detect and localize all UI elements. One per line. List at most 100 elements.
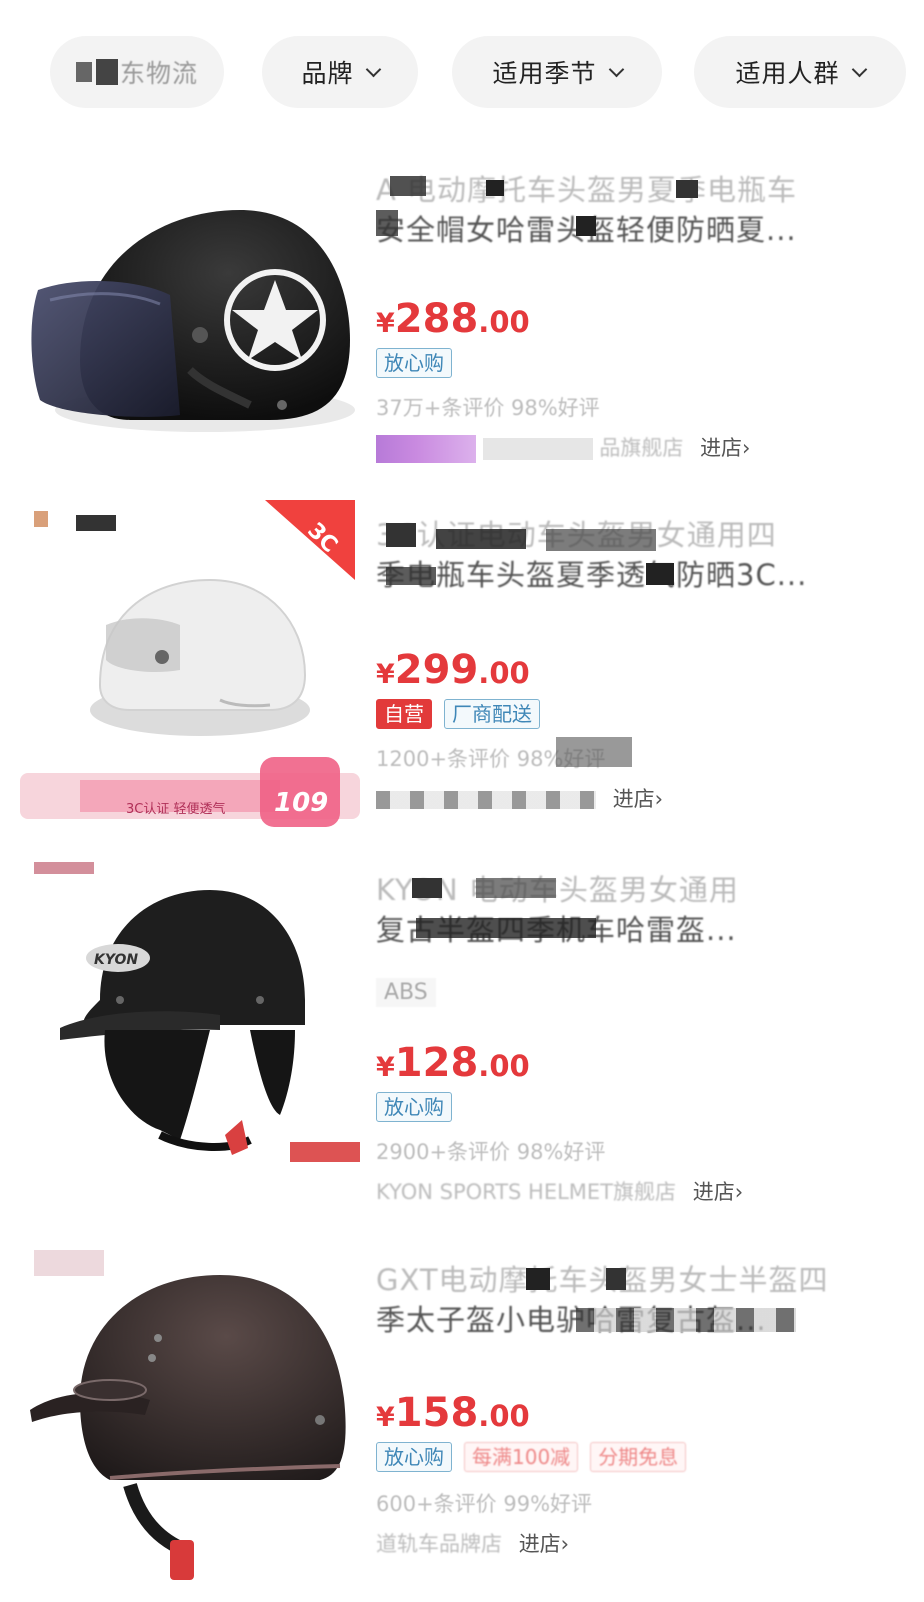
mosaic <box>386 567 436 585</box>
product-image[interactable]: 3C 3C认证 轻便透气 109 <box>20 495 360 835</box>
badge-vendor-delivery: 厂商配送 <box>444 699 540 729</box>
currency-symbol: ¥ <box>376 1402 395 1433</box>
product-info: 3C认证电动车头盔男女通用四 季电瓶车头盔夏季透气防晒3C... ¥299.00… <box>376 515 886 835</box>
currency-symbol: ¥ <box>376 659 395 690</box>
mosaic <box>556 737 632 767</box>
store-row[interactable]: 品旗舰店 进店› <box>376 432 750 463</box>
review-summary: 37万+条评价 98%好评 <box>376 396 600 420</box>
mosaic <box>376 210 398 236</box>
mosaic <box>436 529 526 549</box>
product-title-line-1[interactable]: GXT电动摩托车头盔男女士半盔四 <box>376 1260 886 1300</box>
product-title-line-2[interactable]: 安全帽女哈雷头盔轻便防晒夏... <box>376 210 886 250</box>
product-price: ¥158.00 <box>376 1390 530 1436</box>
product-card[interactable]: GXT电动摩托车头盔男女士半盔四 季太子盔小电驴哈雷复古盔... ¥158.00… <box>0 1240 924 1602</box>
currency-symbol: ¥ <box>376 1052 395 1083</box>
product-title-line-1[interactable]: KYON 电动车头盔男女通用 <box>376 870 886 910</box>
mosaic <box>95 59 118 85</box>
review-summary: 600+条评价 99%好评 <box>376 1492 593 1516</box>
product-price: ¥288.00 <box>376 296 530 342</box>
price-integer: 158 <box>394 1390 479 1436</box>
enter-store-link[interactable]: 进店› <box>700 436 750 460</box>
enter-store-link[interactable]: 进店› <box>519 1532 569 1556</box>
product-info: A 电动摩托车头盔男夏季电瓶车 安全帽女哈雷头盔轻便防晒夏... ¥288.00… <box>376 170 886 480</box>
badge-assured: 放心购 <box>376 1442 452 1472</box>
mosaic <box>482 438 593 460</box>
product-title-line-1[interactable]: A 电动摩托车头盔男夏季电瓶车 <box>376 170 886 210</box>
mosaic <box>412 878 442 898</box>
price-decimal: .00 <box>478 1049 530 1083</box>
product-image[interactable] <box>20 180 360 460</box>
mosaic <box>546 529 656 551</box>
product-card[interactable]: 3C 3C认证 轻便透气 109 3C认证电动车头盔男女通用四 季电瓶车头盔夏季… <box>0 495 924 835</box>
badge-row: 自营 厂商配送 <box>376 699 540 729</box>
price-integer: 128 <box>394 1040 479 1086</box>
filter-chip-season[interactable]: 适用季节 <box>452 36 662 108</box>
filter-label: 适用季节 <box>492 59 597 88</box>
filter-bar: 东物流 品牌 适用季节 适用人群 <box>0 0 924 140</box>
product-info: KYON 电动车头盔男女通用 复古半盔四季机车哈雷盔... ABS ¥128.0… <box>376 870 886 1220</box>
product-image[interactable] <box>20 1240 360 1602</box>
product-info: GXT电动摩托车头盔男女士半盔四 季太子盔小电驴哈雷复古盔... ¥158.00… <box>376 1260 886 1602</box>
product-spec: ABS <box>376 978 436 1007</box>
banner-text: 3C认证 轻便透气 <box>126 801 225 817</box>
mosaic <box>576 1308 796 1332</box>
store-name: 道轨车品牌店 <box>376 1532 502 1556</box>
badge-self-operated: 自营 <box>376 699 432 729</box>
helmet-kyon-image: KYON <box>34 862 360 1162</box>
currency-symbol: ¥ <box>376 308 395 339</box>
badge-row: 放心购 <box>376 1092 452 1122</box>
badge-installment: 分期免息 <box>590 1442 687 1472</box>
store-row[interactable]: KYON SPORTS HELMET旗舰店 进店› <box>376 1176 743 1206</box>
badge-assured: 放心购 <box>376 348 452 378</box>
chevron-down-icon <box>608 61 624 77</box>
mosaic <box>386 523 416 547</box>
price-decimal: .00 <box>478 1399 530 1433</box>
filter-label: 东物流 <box>119 59 198 88</box>
chevron-down-icon <box>851 61 867 77</box>
filter-chip-audience[interactable]: 适用人群 <box>694 36 906 108</box>
product-price: ¥299.00 <box>376 647 530 693</box>
price-decimal: .00 <box>478 656 530 690</box>
product-title-line-2[interactable]: 季电瓶车头盔夏季透气防晒3C... <box>376 555 886 595</box>
enter-store-link[interactable]: 进店› <box>613 787 663 811</box>
badge-row: 放心购 每满100减 分期免息 <box>376 1442 687 1472</box>
badge-promo-discount: 每满100减 <box>464 1442 579 1472</box>
enter-store-link[interactable]: 进店› <box>693 1180 743 1204</box>
filter-chip-brand[interactable]: 品牌 <box>262 36 418 108</box>
helmet-black-visor-image <box>31 210 355 432</box>
helmet-brown-image <box>30 1250 346 1580</box>
product-card[interactable]: A 电动摩托车头盔男夏季电瓶车 安全帽女哈雷头盔轻便防晒夏... ¥288.00… <box>0 150 924 480</box>
store-name: 品旗舰店 <box>599 436 684 460</box>
helmet-logo: KYON <box>94 952 138 968</box>
price-integer: 299 <box>394 647 479 693</box>
price-integer: 288 <box>394 296 479 342</box>
chevron-down-icon <box>365 61 381 77</box>
badge-row: 放心购 <box>376 348 452 378</box>
product-image[interactable]: KYON <box>20 850 360 1170</box>
product-price: ¥128.00 <box>376 1040 530 1086</box>
store-row[interactable]: 进店› <box>376 783 663 813</box>
mosaic <box>576 216 596 236</box>
filter-chip-logistics[interactable]: 东物流 <box>50 36 224 108</box>
badge-assured: 放心购 <box>376 1092 452 1122</box>
mosaic <box>606 1268 626 1290</box>
filter-label: 品牌 <box>301 59 354 88</box>
filter-label: 适用人群 <box>735 59 840 88</box>
product-card[interactable]: KYON KYON 电动车头盔男女通用 复古半盔四季机车哈雷盔... ABS ¥… <box>0 850 924 1220</box>
mosaic <box>486 180 504 196</box>
mosaic <box>416 918 596 938</box>
store-row[interactable]: 道轨车品牌店 进店› <box>376 1528 569 1558</box>
banner-price: 109 <box>274 788 328 818</box>
price-decimal: .00 <box>478 305 530 339</box>
mosaic <box>476 878 556 898</box>
mosaic <box>376 435 476 463</box>
helmet-white-image: 3C 3C认证 轻便透气 109 <box>20 500 360 827</box>
mosaic <box>390 176 426 196</box>
store-name: KYON SPORTS HELMET旗舰店 <box>376 1180 677 1204</box>
mosaic <box>526 1268 550 1290</box>
mosaic <box>376 791 596 809</box>
mosaic <box>646 563 674 585</box>
review-summary: 2900+条评价 98%好评 <box>376 1140 606 1164</box>
mosaic <box>676 180 698 198</box>
mosaic <box>75 62 92 82</box>
